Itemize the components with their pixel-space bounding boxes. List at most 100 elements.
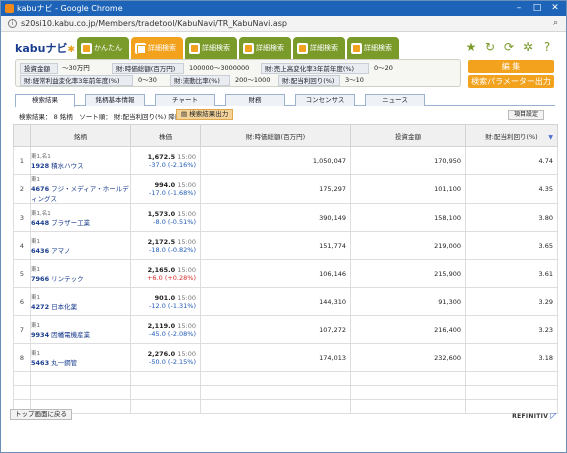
dividend-yield-cell: 3.61	[465, 259, 558, 288]
table-row[interactable]: 3 東1,名1 6448 ブラザー工業 1,573.0 15:00 -8.0 (-0.5…	[13, 203, 558, 232]
price-time: 15:00	[177, 321, 196, 330]
stock-name[interactable]: アマノ	[51, 247, 70, 255]
table-row[interactable]: 2 東1 4676 フジ・メディア・ホールディングス 994.0 15:00 -17.0…	[13, 174, 558, 204]
sync-icon[interactable]: ⟳	[502, 40, 516, 54]
tab-news[interactable]: ニュース	[365, 94, 425, 106]
stock-code[interactable]: 5463	[31, 359, 49, 367]
price-change: -37.0 (-2.16%)	[149, 160, 196, 169]
stock-cell[interactable]: 東1 7966 リンテック	[30, 259, 131, 288]
stock-code[interactable]: 7966	[31, 275, 49, 283]
edit-button[interactable]: 編 集	[468, 60, 554, 73]
price-change: +6.0 (+0.28%)	[146, 273, 196, 282]
top-toolbar: ★ ↻ ⟳ ✲?	[459, 40, 554, 54]
dividend-yield-cell: 4.74	[465, 146, 558, 175]
investment-cell: 158,100	[350, 203, 466, 232]
stock-code[interactable]: 9934	[31, 331, 49, 339]
stock-name[interactable]: 日本化薬	[51, 303, 77, 311]
provider-logo: REFINITIV ◸	[512, 411, 557, 420]
table-header-row: 銘柄 株価 財:時価総額(百万円) 投資金額 財:配当利回り(%) ▼	[13, 124, 558, 147]
table-row[interactable]: 8 東1 5463 丸一鋼管 2,276.0 15:00 -50.0 (-2.15%) 1…	[13, 343, 558, 372]
parameter-output-button[interactable]: 検索パラメーター出力	[468, 75, 554, 88]
price-cell: 994.0 15:00 -17.0 (-1.68%)	[130, 174, 201, 204]
row-number: 7	[13, 315, 31, 344]
maximize-button[interactable]: □	[528, 2, 546, 14]
row-number: 4	[13, 231, 31, 260]
address-bar[interactable]: i s20si10.kabu.co.jp/Members/tradetool/K…	[1, 16, 566, 32]
col-header-price[interactable]: 株価	[130, 124, 201, 147]
table-row[interactable]: 6 東1 4272 日本化薬 901.0 15:00 -12.0 (-1.31%) 144…	[13, 287, 558, 316]
price-cell: 2,119.0 15:00 -45.0 (-2.08%)	[130, 315, 201, 344]
col-header-market-cap[interactable]: 財:時価総額(百万円)	[200, 124, 351, 147]
stock-code[interactable]: 6436	[31, 247, 49, 255]
stock-cell[interactable]: 東1 6436 アマノ	[30, 231, 131, 260]
tab-detail-4[interactable]: 詳細検索4	[293, 37, 345, 74]
url-text[interactable]: s20si10.kabu.co.jp/Members/tradetool/Kab…	[21, 19, 287, 28]
sort-desc-icon: ▼	[548, 134, 553, 141]
tab-consensus[interactable]: コンセンサス	[295, 94, 355, 106]
back-to-top-button[interactable]: トップ画面に戻る	[10, 409, 72, 420]
help-icon[interactable]: ?	[540, 40, 554, 54]
param-value: 3～10	[345, 76, 364, 84]
market-cap-cell: 1,050,047	[200, 146, 351, 175]
tab-search-results[interactable]: 検索結果	[15, 94, 75, 107]
tab-chart[interactable]: チャート	[155, 94, 215, 106]
tab-kantan[interactable]: かんたん	[77, 37, 129, 59]
price-change: -12.0 (-1.31%)	[149, 301, 196, 310]
price-change: -8.0 (-0.51%)	[153, 217, 196, 226]
close-button[interactable]: ✕	[546, 2, 564, 14]
result-output-button[interactable]: ▤ 検索結果出力	[176, 109, 234, 120]
table-row[interactable]: 5 東1 7966 リンテック 2,165.0 15:00 +6.0 (+0.28%) 1…	[13, 259, 558, 288]
star-logo-icon: ✱	[67, 45, 75, 55]
stock-cell[interactable]: 東1 9934 因幡電機産業	[30, 315, 131, 344]
zoom-icon[interactable]: ⌕	[553, 18, 558, 28]
gear-icon[interactable]: ✲	[521, 40, 535, 54]
stock-cell[interactable]: 東1 4676 フジ・メディア・ホールディングス	[30, 174, 131, 204]
param-label: 投資金額	[20, 63, 58, 74]
tab-financials[interactable]: 財務	[225, 94, 285, 106]
stock-cell[interactable]: 東1,名1 6448 ブラザー工業	[30, 203, 131, 232]
tab-basic-info[interactable]: 銘柄基本情報	[85, 94, 145, 106]
stock-code[interactable]: 4676	[31, 185, 49, 193]
tab-detail-5[interactable]: 詳細検索5	[347, 37, 399, 74]
stock-cell[interactable]: 東1 4272 日本化薬	[30, 287, 131, 316]
results-table: 銘柄 株価 財:時価総額(百万円) 投資金額 財:配当利回り(%) ▼ 1 東1,名…	[13, 124, 558, 414]
folder-icon	[189, 42, 200, 54]
minimize-button[interactable]: –	[510, 2, 528, 14]
star-icon[interactable]: ★	[464, 40, 478, 54]
browser-window: kabuナビ - Google Chrome – □ ✕ i s20si10.k…	[0, 0, 567, 453]
investment-cell: 216,400	[350, 315, 466, 344]
table-row[interactable]: 1 東1,名1 1928 積水ハウス 1,672.5 15:00 -37.0 (-2.1…	[13, 146, 558, 175]
tab-detail-3[interactable]: 詳細検索3	[239, 37, 291, 74]
document-icon: ▤	[181, 110, 188, 118]
search-mode-tabs: かんたん 詳細検索1 詳細検索2 詳細検索3 詳細検索4 詳細検索5	[77, 37, 399, 74]
investment-cell: 219,000	[350, 231, 466, 260]
info-icon[interactable]: i	[8, 19, 17, 28]
param-value: 100000～3000000	[189, 64, 250, 72]
col-header-dividend-yield[interactable]: 財:配当利回り(%) ▼	[465, 124, 558, 147]
stock-code[interactable]: 4272	[31, 303, 49, 311]
stock-name[interactable]: 積水ハウス	[51, 162, 84, 170]
item-settings-button[interactable]: 項目設定	[508, 110, 545, 120]
stock-name[interactable]: ブラザー工業	[51, 219, 90, 227]
stock-name[interactable]: リンテック	[51, 275, 84, 283]
price-change: -17.0 (-1.68%)	[149, 189, 196, 197]
price-time: 15:00	[177, 181, 196, 189]
stock-cell[interactable]: 東1 5463 丸一鋼管	[30, 343, 131, 372]
stock-cell[interactable]: 東1,名1 1928 積水ハウス	[30, 146, 131, 175]
col-header-stock[interactable]: 銘柄	[30, 124, 131, 147]
refresh-icon[interactable]: ↻	[483, 40, 497, 54]
dividend-yield-cell: 3.18	[465, 343, 558, 372]
stock-name[interactable]: 因幡電機産業	[51, 331, 90, 339]
table-row[interactable]: 7 東1 9934 因幡電機産業 2,119.0 15:00 -45.0 (-2.08%…	[13, 315, 558, 344]
brand-name: kabu	[15, 42, 46, 55]
tab-detail-2[interactable]: 詳細検索2	[185, 37, 237, 74]
table-row[interactable]: 4 東1 6436 アマノ 2,172.5 15:00 -18.0 (-0.82%) 15…	[13, 231, 558, 260]
folder-icon	[135, 42, 146, 54]
stock-code[interactable]: 1928	[31, 162, 49, 170]
tab-detail-1[interactable]: 詳細検索1	[131, 37, 183, 74]
col-header-investment[interactable]: 投資金額	[350, 124, 466, 147]
stock-code[interactable]: 6448	[31, 219, 49, 227]
stock-name[interactable]: 丸一鋼管	[51, 359, 77, 367]
provider-name: REFINITIV	[512, 413, 549, 420]
price: 2,119.0	[147, 321, 176, 330]
